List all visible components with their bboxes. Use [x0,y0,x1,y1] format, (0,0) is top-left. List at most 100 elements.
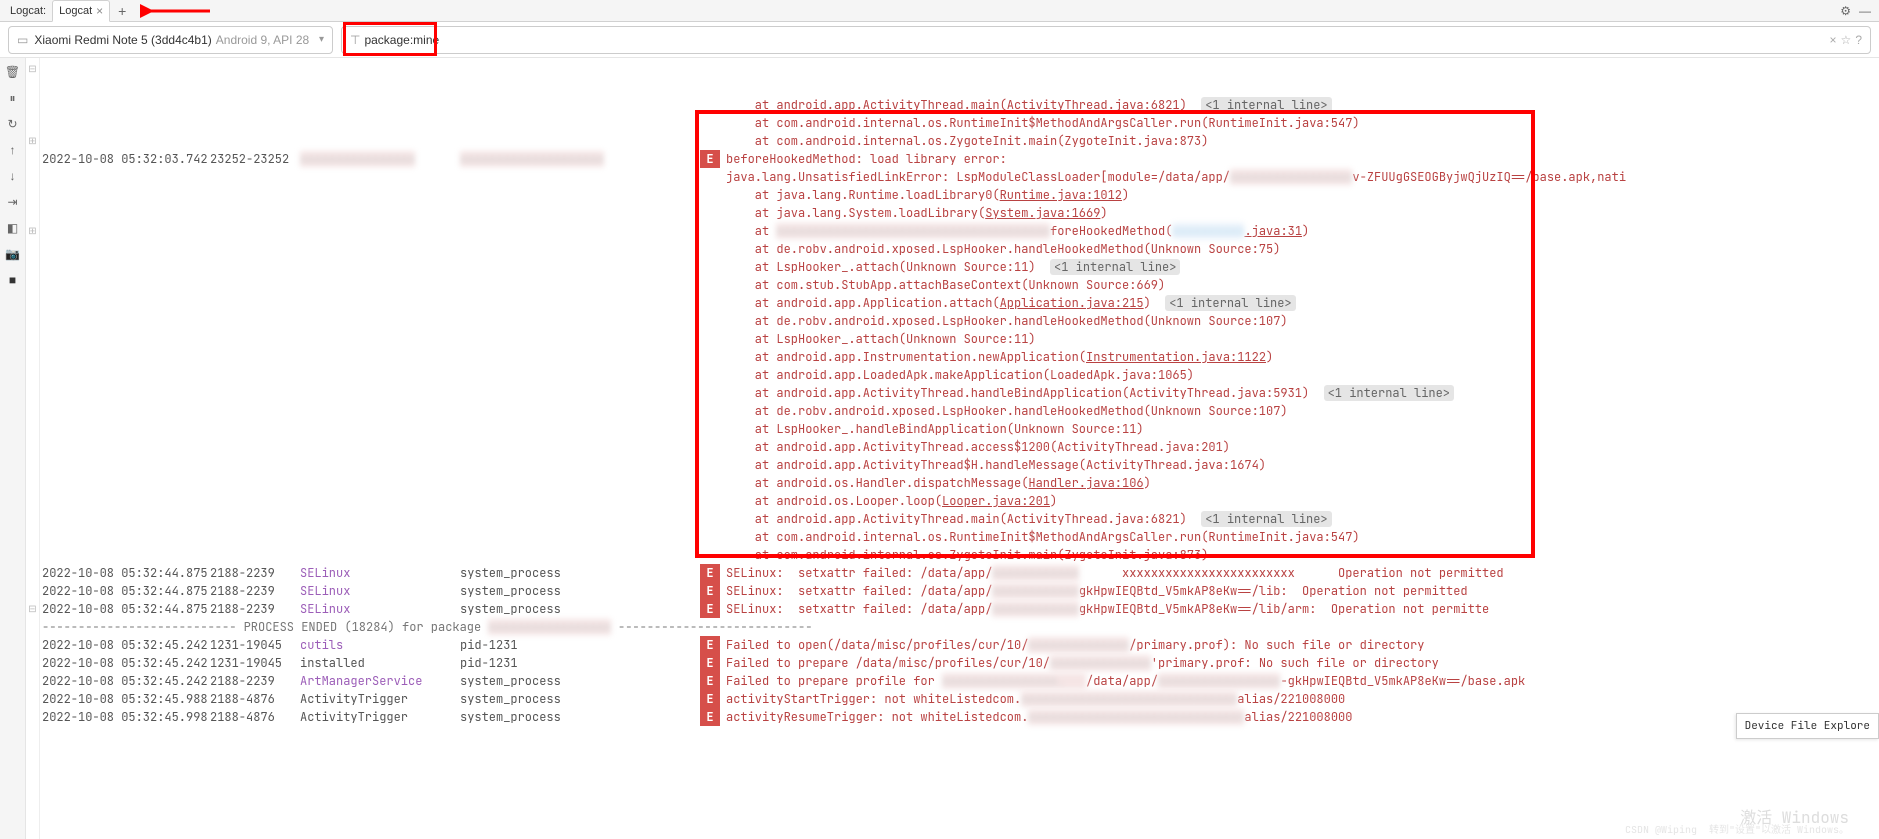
toolbar: ▭ Xiaomi Redmi Note 5 (3dd4c4b1) Android… [0,22,1879,58]
windows-watermark: 激活 Windows [1740,809,1849,827]
fold-toggle[interactable] [26,672,39,690]
fold-toggle[interactable] [26,186,39,204]
fold-toggle[interactable] [26,276,39,294]
wrap-icon[interactable]: ⇥ [5,194,21,210]
log-row[interactable]: at com.android.internal.os.RuntimeInit$M… [40,114,1879,132]
fold-toggle[interactable] [26,510,39,528]
log-row[interactable]: at android.app.Instrumentation.newApplic… [40,348,1879,366]
fold-toggle[interactable] [26,402,39,420]
fold-toggle[interactable] [26,564,39,582]
tab-bar: Logcat: Logcat × + ⚙ — [0,0,1879,22]
log-row[interactable]: 2022-10-08 05:32:44.8752188-2239SELinuxs… [40,564,1879,582]
log-row[interactable]: at de.robv.android.xposed.LspHooker.hand… [40,402,1879,420]
device-file-explorer-tab[interactable]: Device File Explore [1736,713,1879,739]
clear-filter-icon[interactable]: × [1830,33,1837,47]
log-row[interactable]: at LspHooker_.attach(Unknown Source:11) [40,330,1879,348]
logcat-tab[interactable]: Logcat × [52,0,110,22]
pause-icon[interactable]: ⏸ [5,90,21,106]
fold-toggle[interactable] [26,168,39,186]
log-row[interactable]: at android.app.ActivityThread.handleBind… [40,384,1879,402]
fold-toggle[interactable] [26,258,39,276]
log-row[interactable]: at com.android.internal.os.RuntimeInit$M… [40,528,1879,546]
minimize-icon[interactable]: — [1859,4,1871,18]
log-row[interactable]: at java.lang.Runtime.loadLibrary0(Runtim… [40,186,1879,204]
fold-toggle[interactable]: ⊟ [26,600,39,618]
help-icon[interactable]: ? [1855,33,1862,47]
watermark-sub: CSDN @Wiping 转到"设置"以激活 Windows。 [1625,821,1849,839]
log-output[interactable]: at android.app.ActivityThread.main(Activ… [40,58,1879,839]
fold-toggle[interactable] [26,96,39,114]
fold-toggle[interactable] [26,420,39,438]
tool-window-title: Logcat: [4,5,52,17]
log-row[interactable]: 2022-10-08 05:32:03.74223252-23252xxxxxx… [40,150,1879,168]
restart-icon[interactable]: ↻ [5,116,21,132]
fold-toggle[interactable] [26,528,39,546]
clear-icon[interactable]: 🗑 [5,64,21,80]
log-row[interactable]: 2022-10-08 05:32:45.2421231-19045cutilsp… [40,636,1879,654]
fold-toggle[interactable] [26,150,39,168]
fold-toggle[interactable] [26,492,39,510]
add-tab-button[interactable]: + [118,3,126,19]
fold-toggle[interactable] [26,348,39,366]
log-row[interactable]: at de.robv.android.xposed.LspHooker.hand… [40,312,1879,330]
screenshot-icon[interactable]: 📷 [5,246,21,262]
fold-toggle[interactable] [26,654,39,672]
log-row[interactable]: 2022-10-08 05:32:45.2421231-19045install… [40,654,1879,672]
fold-toggle[interactable] [26,330,39,348]
device-selector[interactable]: ▭ Xiaomi Redmi Note 5 (3dd4c4b1) Android… [8,26,333,54]
log-row[interactable]: at LspHooker_.handleBindApplication(Unkn… [40,420,1879,438]
log-row[interactable]: 2022-10-08 05:32:45.9982188-4876Activity… [40,708,1879,726]
log-row[interactable]: 2022-10-08 05:32:45.2422188-2239ArtManag… [40,672,1879,690]
log-row[interactable]: at android.app.ActivityThread$H.handleMe… [40,456,1879,474]
gear-icon[interactable]: ⚙ [1840,4,1851,18]
chevron-down-icon: ▾ [319,34,324,45]
fold-toggle[interactable]: ⊞ [26,132,39,150]
fold-toggle[interactable] [26,636,39,654]
log-row[interactable]: at LspHooker_.attach(Unknown Source:11) … [40,258,1879,276]
log-row[interactable]: at java.lang.System.loadLibrary(System.j… [40,204,1879,222]
scroll-down-icon[interactable]: ↓ [5,168,21,184]
log-row[interactable]: at android.app.ActivityThread.main(Activ… [40,96,1879,114]
fold-toggle[interactable] [26,78,39,96]
fold-toggle[interactable]: ⊞ [26,222,39,240]
log-row[interactable]: at android.app.ActivityThread.main(Activ… [40,510,1879,528]
fold-toggle[interactable] [26,582,39,600]
log-row[interactable]: 2022-10-08 05:32:44.8752188-2239SELinuxs… [40,600,1879,618]
log-row[interactable]: 2022-10-08 05:32:45.9882188-4876Activity… [40,690,1879,708]
fold-toggle[interactable] [26,456,39,474]
fold-toggle[interactable] [26,366,39,384]
log-row[interactable]: at android.os.Handler.dispatchMessage(Ha… [40,474,1879,492]
fold-toggle[interactable] [26,474,39,492]
fold-toggle[interactable] [26,618,39,636]
scroll-up-icon[interactable]: ↑ [5,142,21,158]
log-row[interactable]: --------------------------- PROCESS ENDE… [40,618,1879,636]
log-row[interactable]: at android.app.LoadedApk.makeApplication… [40,366,1879,384]
log-row[interactable]: at xxxxxxxxxxxxxxxxxxxxxxxxxxxxxxxxxxxxx… [40,222,1879,240]
log-row[interactable]: at android.app.ActivityThread.access$120… [40,438,1879,456]
fold-toggle[interactable]: ⊟ [26,60,39,78]
log-row[interactable]: 2022-10-08 05:32:44.8752188-2239SELinuxs… [40,582,1879,600]
record-icon[interactable]: ■ [5,272,21,288]
fold-toggle[interactable] [26,312,39,330]
log-row[interactable]: java.lang.UnsatisfiedLinkError: LspModul… [40,168,1879,186]
log-row[interactable]: at com.android.internal.os.ZygoteInit.ma… [40,132,1879,150]
fold-toggle[interactable] [26,438,39,456]
filter-input[interactable]: ⊤ package:mine × ☆ ? [341,26,1871,54]
fold-toggle[interactable] [26,690,39,708]
log-row[interactable]: at de.robv.android.xposed.LspHooker.hand… [40,240,1879,258]
fold-toggle[interactable] [26,294,39,312]
fold-gutter[interactable]: ⊟ ⊞ ⊞ ⊟ [26,58,40,839]
log-row[interactable]: at com.android.internal.os.ZygoteInit.ma… [40,546,1879,564]
split-icon[interactable]: ◧ [5,220,21,236]
fold-toggle[interactable] [26,240,39,258]
star-icon[interactable]: ☆ [1841,33,1852,47]
fold-toggle[interactable] [26,204,39,222]
fold-toggle[interactable] [26,546,39,564]
filter-icon: ⊤ [350,33,360,47]
log-row[interactable]: at android.os.Looper.loop(Looper.java:20… [40,492,1879,510]
log-row[interactable]: at com.stub.StubApp.attachBaseContext(Un… [40,276,1879,294]
fold-toggle[interactable] [26,114,39,132]
fold-toggle[interactable] [26,384,39,402]
close-icon[interactable]: × [96,4,103,18]
log-row[interactable]: at android.app.Application.attach(Applic… [40,294,1879,312]
